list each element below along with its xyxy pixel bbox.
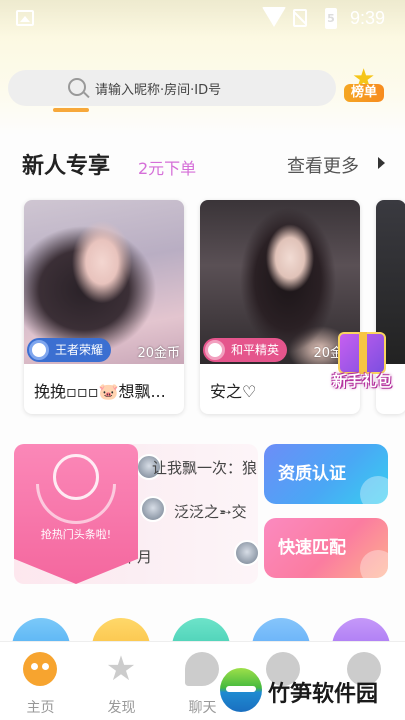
price-label: 20金币 (137, 346, 180, 361)
game-badge: 和平精英 (203, 338, 288, 362)
star-icon: ★ (105, 649, 137, 689)
watermark-text: 竹笋软件园 (268, 682, 379, 707)
companion-card[interactable]: 王者荣耀 20金币 挽挽▫▫▫🐷想飘... (24, 200, 184, 414)
bullet-message: 让我飘一次：狼 (152, 459, 258, 477)
chevron-right-icon[interactable] (378, 157, 385, 169)
home-face-icon (23, 652, 57, 686)
game-icon (205, 340, 225, 360)
image-notification-icon (16, 10, 34, 26)
decoration-icon (360, 476, 388, 504)
certification-button[interactable]: 资质认证 (264, 444, 388, 504)
tab-label: 主页 (26, 700, 55, 716)
game-name: 王者荣耀 (55, 343, 104, 357)
game-name: 和平精英 (231, 343, 280, 357)
view-more-link[interactable]: 查看更多 (287, 152, 359, 178)
status-bar: 5 9:39 (0, 0, 405, 38)
tab-discover[interactable]: ★ 发现 (81, 642, 162, 720)
watermark: 竹笋软件园 (218, 666, 398, 716)
laurel-icon (36, 484, 116, 524)
search-tab-indicator (53, 108, 89, 112)
tab-home[interactable]: 主页 (0, 642, 81, 720)
hot-badge-label: 抢热门头条啦! (40, 528, 112, 541)
rank-button[interactable]: ★ 榜单 (344, 66, 384, 106)
watermark-logo-icon (220, 668, 262, 712)
quick-match-button[interactable]: 快速匹配 (264, 518, 388, 578)
gift-icon (338, 332, 386, 374)
tab-label: 发现 (107, 700, 136, 716)
status-time: 9:39 (350, 8, 386, 28)
wifi-icon (262, 7, 286, 27)
certification-label: 资质认证 (278, 464, 346, 484)
rank-label: 榜单 (344, 84, 384, 102)
avatar (140, 496, 166, 522)
hot-headline-badge[interactable]: 抢热门头条啦! (14, 444, 138, 584)
quick-match-label: 快速匹配 (278, 538, 346, 558)
companion-name: 安之♡ (210, 382, 257, 401)
companion-name: 挽挽▫▫▫🐷想飘... (34, 382, 166, 401)
no-sim-icon (293, 9, 307, 27)
search-icon (68, 78, 86, 96)
new-user-gift-button[interactable]: 新手礼包 (326, 326, 398, 392)
avatar (234, 540, 260, 566)
bullet-message: 泛泛之➵交 (174, 503, 247, 521)
search-input[interactable]: 请输入昵称·房间·ID号 (8, 70, 336, 106)
battery-icon: 5 (325, 8, 337, 29)
game-badge: 王者荣耀 (27, 338, 112, 362)
decoration-icon (360, 550, 388, 578)
section-subtitle: 2元下单 (138, 159, 197, 178)
section-title: 新人专享 (22, 154, 111, 179)
chat-icon (185, 652, 219, 686)
search-placeholder: 请输入昵称·房间·ID号 (95, 83, 222, 98)
gift-label: 新手礼包 (331, 372, 392, 390)
game-icon (29, 340, 49, 360)
